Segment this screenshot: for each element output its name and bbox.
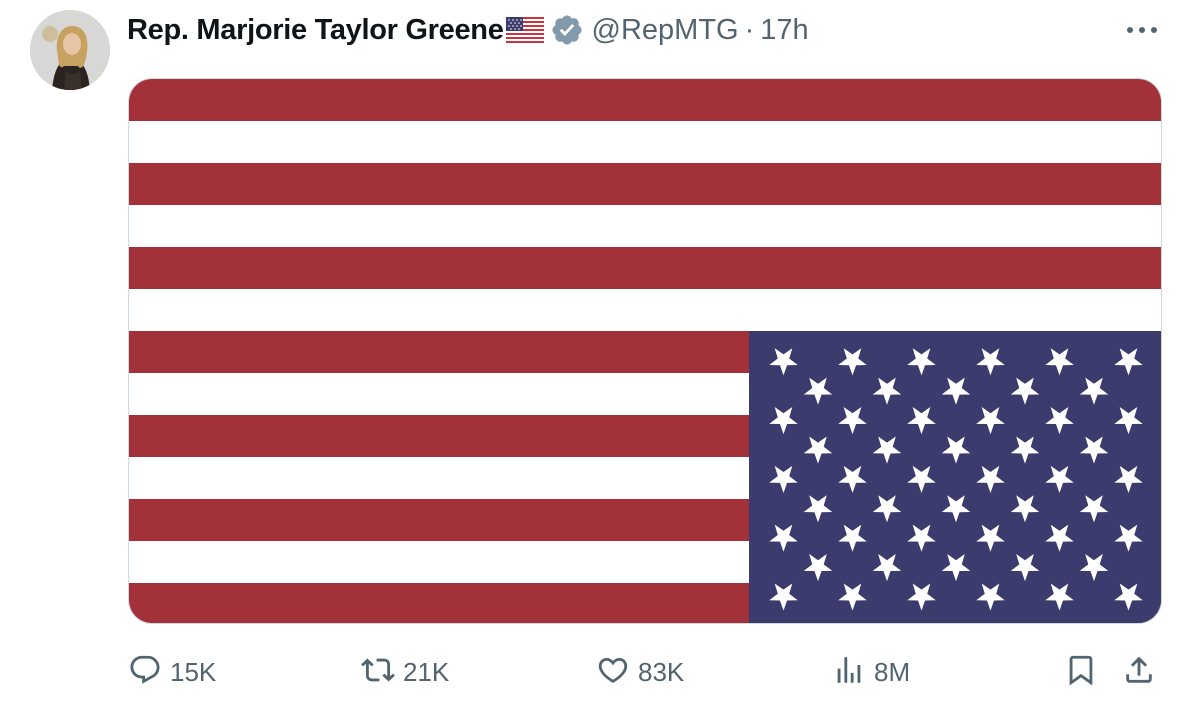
views-chart-icon <box>832 653 866 692</box>
repost-button[interactable]: 21K <box>361 650 449 694</box>
flag-stripe <box>129 205 1161 248</box>
author-handle[interactable]: @RepMTG <box>592 14 739 47</box>
like-button[interactable]: 83K <box>596 650 684 694</box>
tweet-action-bar: 15K 21K 83K 8M <box>0 650 1190 694</box>
flag-stripe <box>129 247 1161 290</box>
bookmark-icon <box>1064 653 1098 692</box>
views-button[interactable]: 8M <box>832 650 910 694</box>
separator-dot: · <box>744 13 755 46</box>
flag-canton <box>749 331 1161 623</box>
reply-icon <box>128 653 162 692</box>
repost-icon <box>361 653 395 692</box>
author-display-name[interactable]: Rep. Marjorie Taylor Greene <box>127 14 504 47</box>
share-button[interactable] <box>1122 650 1156 694</box>
tweet-media-image[interactable] <box>128 78 1162 624</box>
upside-down-us-flag <box>129 79 1161 623</box>
flag-stripe <box>129 79 1161 122</box>
flag-stripe <box>129 121 1161 164</box>
like-count: 83K <box>638 656 685 687</box>
flag-stripe <box>129 289 1161 332</box>
repost-count: 21K <box>403 656 450 687</box>
share-icon <box>1122 653 1156 692</box>
tweet-timestamp[interactable]: 17h <box>760 14 808 47</box>
more-horizontal-icon[interactable] <box>1124 18 1160 42</box>
heart-icon <box>596 653 630 692</box>
us-flag-emoji <box>505 17 544 43</box>
verified-badge-icon[interactable] <box>550 13 584 47</box>
flag-stripe <box>129 163 1161 206</box>
author-avatar[interactable] <box>30 10 110 90</box>
bookmark-button[interactable] <box>1064 650 1098 694</box>
views-count: 8M <box>874 656 911 687</box>
avatar-image <box>30 10 110 90</box>
reply-button[interactable]: 15K <box>128 650 216 694</box>
reply-count: 15K <box>170 656 217 687</box>
tweet-header: Rep. Marjorie Taylor Greene @RepMTG · 17… <box>127 8 809 52</box>
